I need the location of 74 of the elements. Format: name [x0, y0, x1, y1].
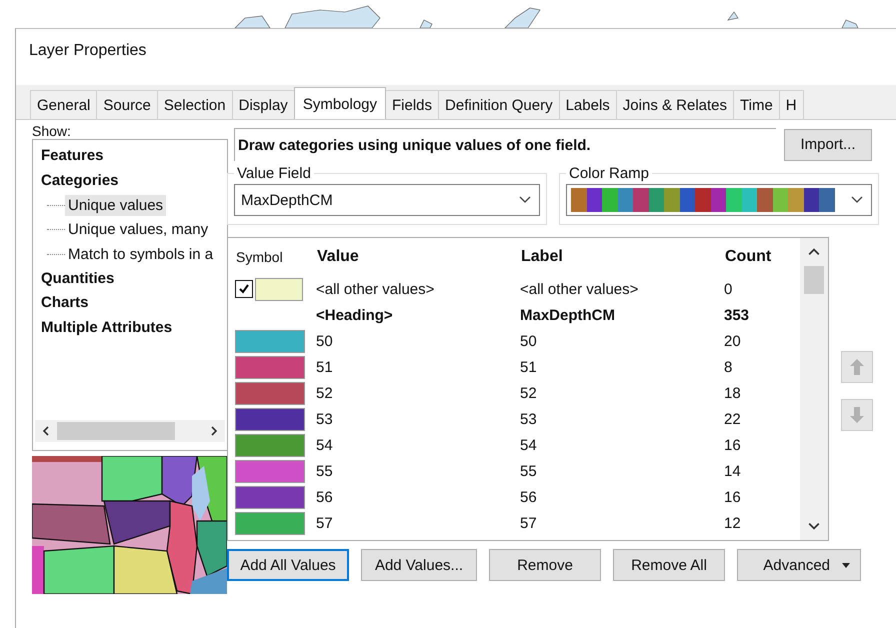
action-button[interactable]: Remove [489, 549, 601, 581]
horizontal-scrollbar[interactable] [35, 420, 225, 442]
color-ramp-dropdown[interactable] [566, 184, 872, 216]
symbol-swatch[interactable] [255, 278, 303, 300]
window-title: Layer Properties [29, 42, 146, 60]
column-header[interactable]: Label [521, 248, 725, 266]
action-button[interactable]: Add Values... [361, 549, 477, 581]
scrollbar-thumb[interactable] [804, 266, 824, 294]
table-cell-text: 57 [316, 514, 334, 532]
symbol-swatch[interactable] [235, 356, 305, 378]
table-cell-text: <all other values> [316, 280, 436, 298]
table-cell-text: 22 [724, 410, 742, 428]
symbol-swatch[interactable] [235, 512, 305, 534]
tab[interactable]: General [30, 90, 98, 119]
table-cell-text: <all other values> [520, 280, 640, 298]
vertical-scrollbar[interactable] [800, 238, 828, 540]
table-cell-text: 55 [316, 462, 334, 480]
table-cell-text: 51 [316, 358, 334, 376]
symbol-swatch[interactable] [235, 460, 305, 482]
table-cell-text: 8 [724, 358, 734, 376]
import-button[interactable]: Import... [784, 128, 872, 160]
table-cell-text: <Heading> [316, 306, 394, 324]
chevron-down-icon [519, 196, 531, 204]
action-button[interactable]: Add All Values [227, 549, 349, 581]
tree-item[interactable]: Charts [41, 291, 89, 316]
value-field-dropdown[interactable]: MaxDepthCM [234, 184, 540, 216]
action-button[interactable]: Remove All [613, 549, 725, 581]
column-header[interactable]: Count [725, 248, 795, 266]
symbol-swatch[interactable] [235, 434, 305, 456]
tree-item[interactable]: Categories [41, 168, 119, 193]
tree-item[interactable]: Match to symbols in a [65, 244, 216, 265]
table-cell-text: 16 [724, 488, 742, 506]
checkbox[interactable] [235, 280, 253, 298]
table-cell-text: 55 [520, 462, 538, 480]
symbol-swatch[interactable] [235, 408, 305, 430]
group-label: Value Field [236, 165, 312, 182]
tree-item[interactable]: Unique values, many [65, 219, 212, 240]
symbol-swatch[interactable] [235, 382, 305, 404]
table-cell-text: 14 [724, 462, 742, 480]
table-cell-text: MaxDepthCM [520, 306, 616, 324]
table-cell-text: 56 [316, 488, 334, 506]
symbol-swatch[interactable] [235, 330, 305, 352]
table-cell-text: 56 [520, 488, 538, 506]
table-cell-text: 53 [520, 410, 538, 428]
tree-item[interactable]: Quantities [41, 266, 114, 291]
tree-item[interactable]: Multiple Attributes [41, 316, 172, 340]
table-cell-text: 0 [724, 280, 734, 298]
tree-item[interactable]: Features [41, 144, 104, 168]
table-cell-text: 52 [316, 384, 334, 402]
description-text: Draw categories using unique values of one field. [238, 136, 591, 154]
table-cell-text: 53 [316, 410, 334, 428]
action-button[interactable]: Advanced [737, 549, 861, 581]
show-label: Show: [32, 122, 72, 139]
checkmark-icon [238, 283, 250, 295]
table-cell-text: 50 [520, 332, 538, 350]
table-cell-text: 54 [520, 436, 538, 454]
symbol-swatch[interactable] [235, 486, 305, 508]
chevron-down-icon [851, 196, 863, 204]
table-cell-text: 52 [520, 384, 538, 402]
tree-item[interactable]: Unique values [65, 194, 166, 216]
table-cell-text: 353 [724, 306, 750, 324]
table-cell-text: 20 [724, 332, 742, 350]
tab[interactable]: H [778, 90, 804, 119]
table-cell-text: 18 [724, 384, 742, 402]
group-label: Color Ramp [568, 165, 650, 182]
table-cell-text: 12 [724, 514, 742, 532]
column-header[interactable]: Symbol [228, 249, 317, 265]
table-cell-text: 51 [520, 358, 538, 376]
column-header[interactable]: Value [317, 248, 521, 266]
table-cell-text: 57 [520, 514, 538, 532]
table-cell-text: 54 [316, 436, 334, 454]
tab[interactable]: Symbology [294, 87, 386, 119]
table-cell-text: 16 [724, 436, 742, 454]
table-cell-text: 50 [316, 332, 334, 350]
